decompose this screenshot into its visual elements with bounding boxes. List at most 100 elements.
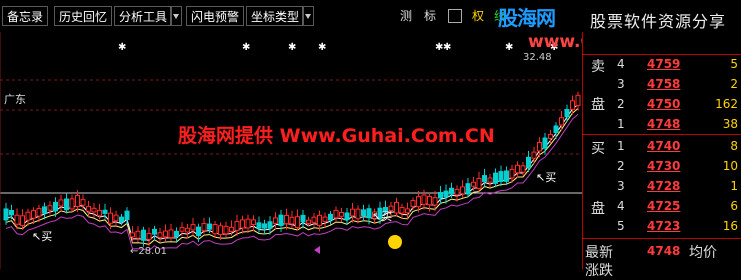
candle-body: [158, 233, 162, 238]
price[interactable]: 4740: [647, 136, 680, 156]
history-recall-button[interactable]: 历史回忆: [54, 6, 112, 26]
memo-button[interactable]: 备忘录: [2, 6, 48, 26]
smiley-icon[interactable]: [388, 235, 402, 249]
candle-body: [76, 196, 80, 207]
rights-button[interactable]: 权: [472, 6, 484, 26]
event-star-icon[interactable]: ✱: [318, 42, 326, 53]
kline-chart[interactable]: 广东 32.48 ✱ ✱ ✱ ✱ ✱ ✱ ✱ ✱ ↖买 ↖买 ↖买 ←28.01: [0, 32, 582, 269]
candle-body: [285, 216, 289, 224]
event-star-icon[interactable]: ✱: [242, 42, 250, 53]
event-star-icon[interactable]: ✱: [505, 42, 513, 53]
candle-body: [340, 212, 344, 216]
price[interactable]: 4723: [647, 216, 680, 236]
candle-body: [21, 216, 25, 226]
price[interactable]: 4730: [647, 156, 680, 176]
buy-row[interactable]: 1 4740 8: [583, 136, 741, 156]
latest-price: 4748: [647, 244, 680, 258]
candle-body: [488, 178, 492, 182]
buy-row[interactable]: 5 4723 16: [583, 216, 741, 236]
candle-body: [120, 217, 124, 222]
candle-body: [230, 227, 234, 231]
candle-body: [169, 230, 173, 238]
level: 5: [617, 216, 625, 236]
candle-body: [92, 208, 96, 212]
candle-body: [329, 214, 333, 220]
candle-body: [175, 231, 179, 236]
level: 1: [617, 136, 625, 156]
candle-body: [59, 200, 63, 206]
sell-row[interactable]: 4 4759 5: [583, 54, 741, 74]
volume: 5: [730, 54, 738, 74]
price[interactable]: 4759: [647, 54, 680, 74]
candle-body: [565, 109, 569, 116]
candle-body: [444, 191, 448, 197]
candle-body: [505, 171, 509, 181]
candle-body: [257, 223, 261, 228]
volume: 6: [730, 196, 738, 216]
buy-row[interactable]: 3 4728 1: [583, 176, 741, 196]
volume: 1: [730, 176, 738, 196]
candle-body: [455, 189, 459, 194]
candle-body: [235, 222, 239, 231]
event-star-icon[interactable]: ✱: [118, 42, 126, 53]
measure-button[interactable]: 测: [400, 6, 412, 26]
volume: 2: [730, 74, 738, 94]
region-label: 广东: [4, 91, 26, 107]
candle-body: [26, 212, 30, 220]
buy-row[interactable]: 4 4725 6: [583, 196, 741, 216]
candle-body: [428, 196, 432, 204]
event-star-icon[interactable]: ✱: [288, 42, 296, 53]
change-label: 涨跌: [585, 260, 613, 280]
candle-body: [472, 182, 476, 186]
mark-button[interactable]: 标: [424, 6, 436, 26]
candle-body: [191, 225, 195, 230]
axis-type-dropdown[interactable]: [302, 6, 314, 26]
candle-body: [224, 226, 228, 233]
candle-body: [543, 138, 547, 148]
price[interactable]: 4728: [647, 176, 680, 196]
candle-body: [87, 206, 91, 211]
candle-body: [268, 222, 272, 228]
grid-toggle-icon[interactable]: [448, 9, 462, 23]
candle-body: [411, 201, 415, 207]
watermark-center: 股海网提供 Www.Guhai.Com.CN: [178, 121, 495, 148]
candle-body: [433, 198, 437, 205]
candle-body: [422, 195, 426, 204]
candle-body: [406, 209, 410, 213]
price[interactable]: 4748: [647, 114, 680, 134]
candle-body: [153, 229, 157, 234]
candle-body: [351, 209, 355, 216]
candle-body: [571, 101, 575, 110]
event-star-icon[interactable]: ✱: [443, 42, 451, 53]
candle-body: [554, 126, 558, 133]
divider: [583, 238, 741, 239]
analysis-tools-button[interactable]: 分析工具: [114, 6, 172, 26]
level: 4: [617, 54, 625, 74]
axis-type-button[interactable]: 坐标类型: [246, 6, 304, 26]
sell-row[interactable]: 3 4758 2: [583, 74, 741, 94]
candle-body: [527, 157, 531, 167]
candle-body: [362, 210, 366, 216]
candle-body: [499, 172, 503, 182]
sell-row[interactable]: 2 4750 162: [583, 94, 741, 114]
analysis-tools-dropdown[interactable]: [170, 6, 182, 26]
price[interactable]: 4758: [647, 74, 680, 94]
candle-body: [290, 217, 294, 224]
sell-row[interactable]: 1 4748 38: [583, 114, 741, 134]
level: 2: [617, 156, 625, 176]
buy-signal-1: ↖买: [32, 228, 52, 244]
buy-row[interactable]: 2 4730 10: [583, 156, 741, 176]
candle-body: [246, 219, 250, 228]
candle-body: [538, 143, 542, 151]
kline-svg: [0, 32, 582, 269]
candle-body: [334, 210, 338, 217]
candle-body: [466, 184, 470, 194]
buy-signal-label: 买: [41, 230, 52, 243]
buy-signal-label: 买: [545, 171, 556, 184]
candle-body: [15, 215, 19, 224]
candle-body: [516, 165, 520, 172]
price[interactable]: 4750: [647, 94, 680, 114]
flash-alert-button[interactable]: 闪电预警: [186, 6, 244, 26]
price[interactable]: 4725: [647, 196, 680, 216]
volume: 10: [723, 156, 738, 176]
